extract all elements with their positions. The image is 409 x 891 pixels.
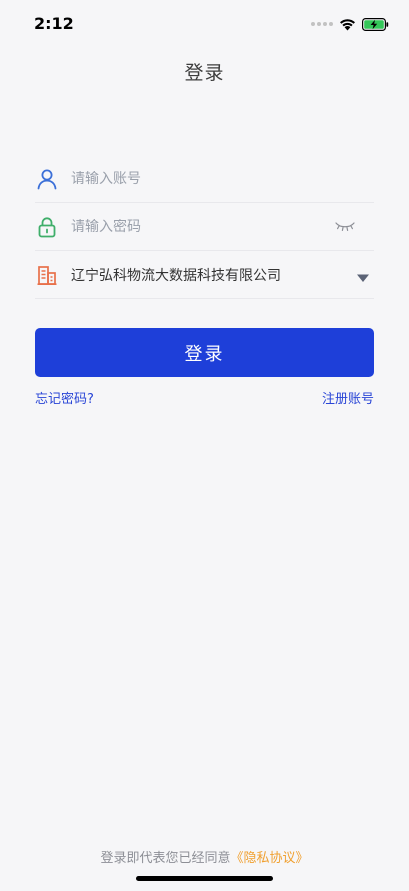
building-icon <box>35 263 59 287</box>
privacy-agreement-link[interactable]: 《隐私协议》 <box>231 851 309 866</box>
account-input[interactable] <box>71 170 374 187</box>
password-input[interactable] <box>71 218 374 235</box>
user-icon <box>35 167 59 191</box>
login-button[interactable]: 登录 <box>35 328 374 377</box>
login-form: 辽宁弘科物流大数据科技有限公司 <box>35 155 374 299</box>
company-select-value: 辽宁弘科物流大数据科技有限公司 <box>71 267 281 284</box>
agreement-notice: 登录即代表您已经同意《隐私协议》 <box>0 847 409 866</box>
account-row <box>35 155 374 203</box>
forgot-password-link[interactable]: 忘记密码? <box>35 388 94 407</box>
auth-links: 忘记密码? 注册账号 <box>35 388 374 408</box>
agreement-text: 登录即代表您已经同意 <box>100 851 231 866</box>
signal-icon <box>311 22 333 26</box>
battery-charging-icon <box>362 17 389 31</box>
company-row[interactable]: 辽宁弘科物流大数据科技有限公司 <box>35 251 374 299</box>
status-time: 2:12 <box>34 14 74 33</box>
register-link[interactable]: 注册账号 <box>322 388 374 407</box>
page-title: 登录 <box>184 62 225 84</box>
status-icons <box>311 14 389 34</box>
triangle-down-icon[interactable] <box>356 268 370 282</box>
wifi-icon <box>340 18 355 30</box>
eye-closed-icon[interactable] <box>334 218 356 234</box>
status-bar: 2:12 <box>0 0 409 48</box>
password-row <box>35 203 374 251</box>
home-indicator <box>136 876 273 881</box>
lock-icon <box>35 215 59 239</box>
